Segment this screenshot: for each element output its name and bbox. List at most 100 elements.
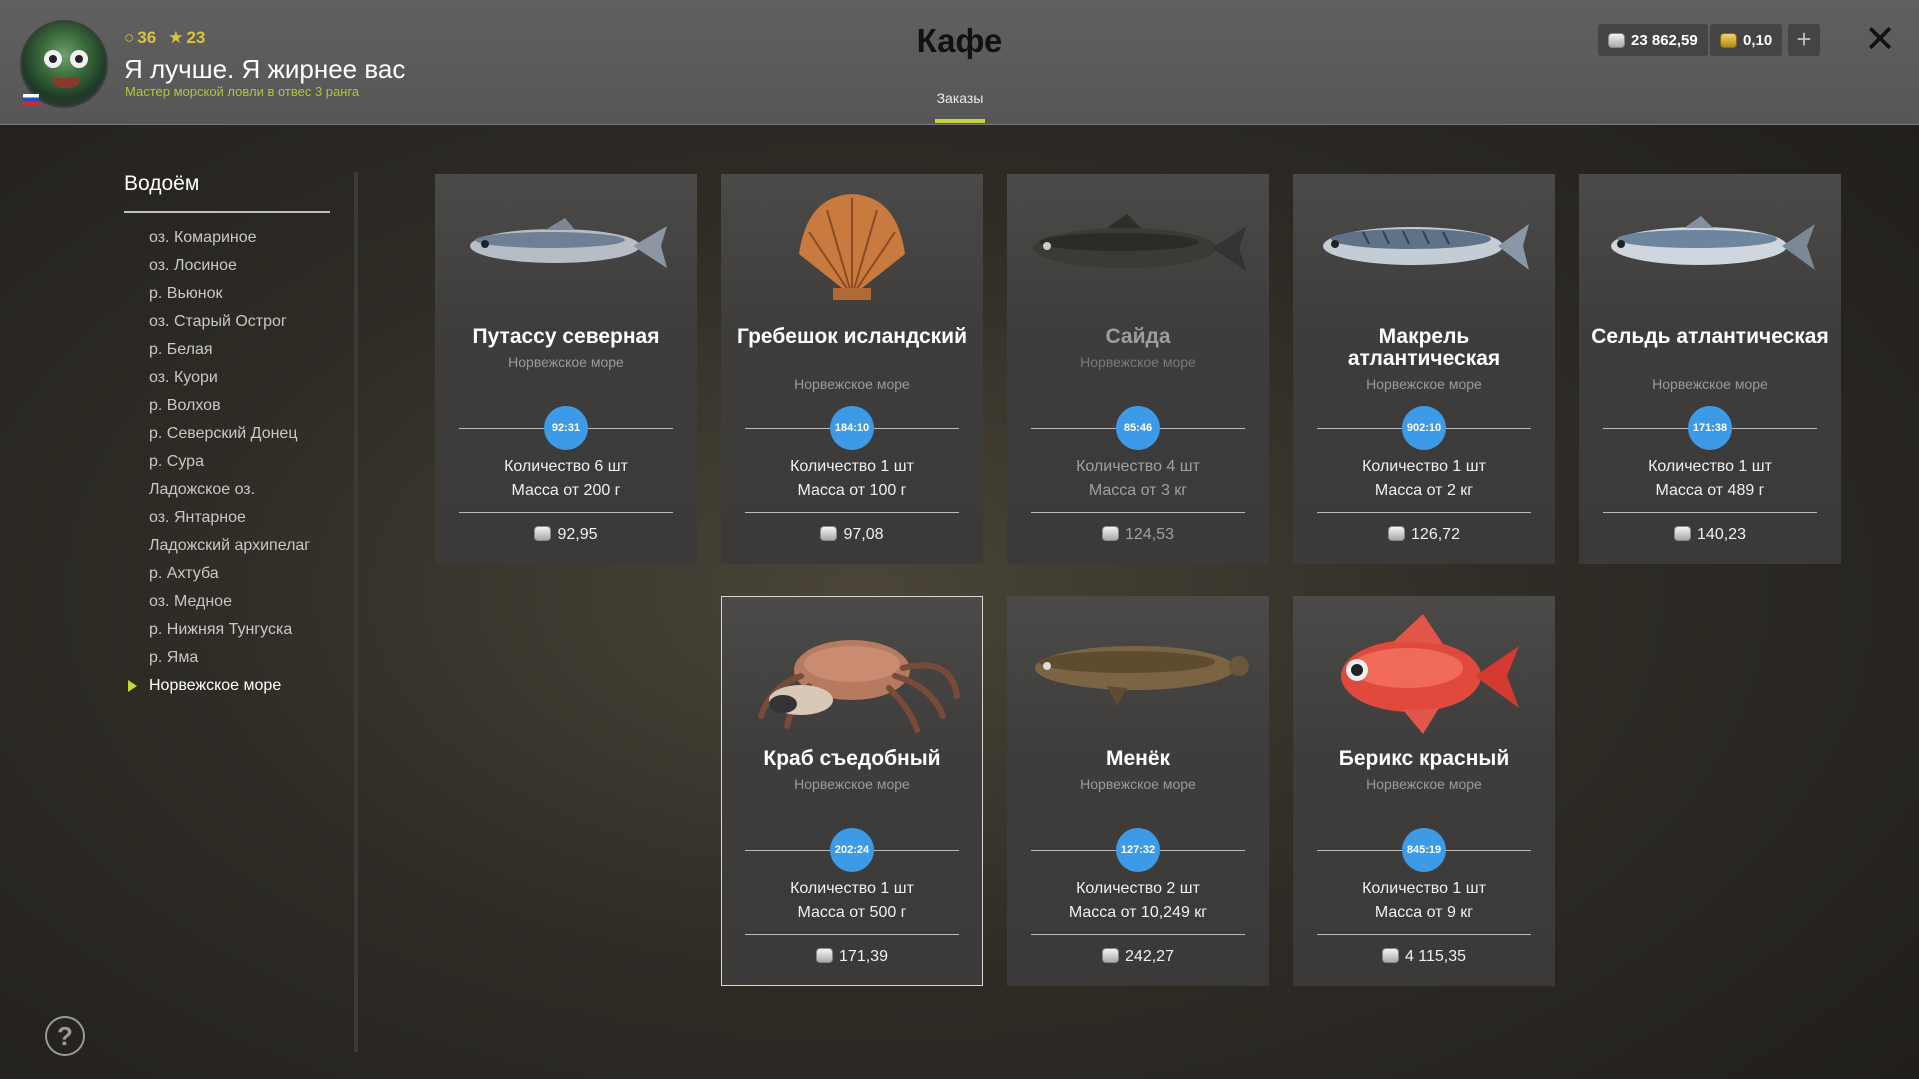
sidebar-item[interactable]: Ладожское оз. [124,478,310,506]
player-rank: Мастер морской ловли в отвес 3 ранга [125,84,360,99]
order-area: Норвежское море [1080,354,1196,370]
order-mass: Масса от 10,249 кг [1068,904,1208,921]
order-price: 97,08 [721,526,983,544]
card-divider [745,512,959,513]
order-price-value: 171,39 [839,948,888,965]
sidebar-item[interactable]: р. Белая [124,338,310,366]
sidebar-item[interactable]: р. Северский Донец [124,422,310,450]
order-price: 126,72 [1293,526,1555,544]
order-card[interactable]: Гребешок исландский Норвежское море 184:10… [721,174,983,564]
sidebar-item[interactable]: оз. Янтарное [124,506,310,534]
order-card[interactable]: Менёк Норвежское море 127:32 Количество 2 ш… [1007,596,1269,986]
order-quantity: Количество 1 шт [790,458,914,475]
order-timer: 845:19 [1402,828,1446,872]
card-divider [459,512,673,513]
sidebar-title: Водоём [124,172,200,195]
card-divider [1603,512,1817,513]
order-price-value: 140,23 [1697,526,1746,543]
sidebar-item[interactable]: Ладожский архипелаг [124,534,310,562]
order-card[interactable]: Краб съедобный Норвежское море 202:24 Колич… [721,596,983,986]
silver-coin-icon [1674,526,1692,541]
order-price: 92,95 [435,526,697,544]
order-fish-name: Сайда [1105,325,1171,348]
order-fish-name: Сельдь атлантическая [1591,325,1829,348]
tab-active-indicator [935,119,985,123]
water-body-list: оз. Комариное оз. Лосиное р. Вьюнок оз. Ста… [124,226,310,702]
order-quantity: Количество 6 шт [504,458,628,475]
order-fish-name: Менёк [1105,747,1171,770]
add-currency-button[interactable]: + [1788,24,1820,56]
russia-flag-icon [23,94,39,105]
order-card[interactable]: Путассу северная Норвежское море 92:31 Коли… [435,174,697,564]
sidebar-item[interactable]: оз. Старый Острог [124,310,310,338]
order-price: 171,39 [721,948,983,966]
order-price: 242,27 [1007,948,1269,966]
silver-coin-icon [820,526,838,541]
order-price: 124,53 [1007,526,1269,544]
order-fish-name: Гребешок исландский [736,325,967,348]
fish-blue-whiting-icon [435,184,697,334]
silver-coin-icon [1388,526,1406,541]
order-timer: 127:32 [1116,828,1160,872]
sidebar-item[interactable]: р. Сура [124,450,310,478]
sidebar-item[interactable]: р. Яма [124,646,310,674]
order-timer: 902:10 [1402,406,1446,450]
silver-coin-icon [1381,948,1399,963]
fish-herring-icon [1579,184,1841,334]
sidebar-separator [354,172,358,1052]
order-price-value: 126,72 [1411,526,1460,543]
order-mass: Масса от 200 г [511,482,621,499]
close-button[interactable]: ✕ [1862,18,1898,62]
order-quantity: Количество 1 шт [790,880,914,897]
order-mass: Масса от 9 кг [1374,904,1474,921]
order-card[interactable]: Сельдь атлантическая Норвежское море 171:3… [1579,174,1841,564]
sidebar-item[interactable]: Норвежское море [124,674,310,702]
order-timer: 92:31 [544,406,588,450]
help-button[interactable]: ? [45,1016,85,1056]
gold-balance-value: 0,10 [1743,31,1773,49]
order-card[interactable]: Макрель атлантическая Норвежское море 902:… [1293,174,1555,564]
order-quantity: Количество 4 шт [1076,458,1200,475]
sidebar-item[interactable]: оз. Лосиное [124,254,310,282]
order-fish-name: Берикс красный [1338,747,1510,770]
avatar-mouth [52,78,80,88]
sidebar-item[interactable]: р. Ахтуба [124,562,310,590]
gold-balance: 0,10 [1710,24,1783,56]
silver-coin-icon [1102,948,1120,963]
sidebar-item[interactable]: р. Вьюнок [124,282,310,310]
silver-coin-icon [534,526,552,541]
silver-coin-icon [816,948,834,963]
sidebar-item[interactable]: оз. Комариное [124,226,310,254]
order-quantity: Количество 1 шт [1362,458,1486,475]
fish-red-alfonsino-icon [1293,606,1555,756]
order-price-value: 4 115,35 [1404,948,1467,965]
order-mass: Масса от 500 г [797,904,907,921]
gold-coin-icon [1720,32,1737,48]
order-price: 140,23 [1579,526,1841,544]
order-price-value: 242,27 [1125,948,1174,965]
sidebar-item[interactable]: р. Волхов [124,394,310,422]
order-card[interactable]: Сайда Норвежское море 85:46 Количество 4 шт… [1007,174,1269,564]
silver-coin-icon [1102,526,1120,541]
order-area: Норвежское море [1366,376,1482,392]
order-card[interactable]: Берикс красный Норвежское море 845:19 Колич… [1293,596,1555,986]
order-quantity: Количество 1 шт [1362,880,1486,897]
sidebar-item[interactable]: оз. Медное [124,590,310,618]
crab-icon [721,606,983,756]
order-area: Норвежское море [1652,376,1768,392]
card-divider [1317,512,1531,513]
sidebar-item[interactable]: р. Нижняя Тунгуска [124,618,310,646]
order-quantity: Количество 1 шт [1648,458,1772,475]
sidebar-item[interactable]: оз. Куори [124,366,310,394]
order-timer: 202:24 [830,828,874,872]
tab-orders[interactable]: Заказы [920,90,1000,106]
order-timer: 184:10 [830,406,874,450]
fish-tusk-icon [1007,606,1269,756]
sidebar-divider [124,211,330,213]
silver-coin-icon [1608,32,1625,48]
order-quantity: Количество 2 шт [1076,880,1200,897]
card-divider [1317,934,1531,935]
card-divider [1031,512,1245,513]
order-area: Норвежское море [794,776,910,792]
order-price-value: 92,95 [557,526,598,543]
